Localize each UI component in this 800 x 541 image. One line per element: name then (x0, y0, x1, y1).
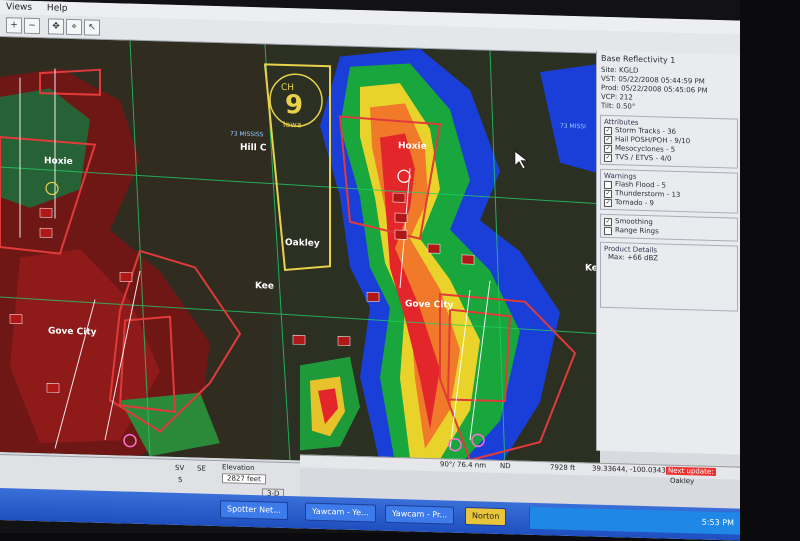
svg-text:73 MISSISS: 73 MISSISS (230, 130, 264, 138)
svg-text:Iowa: Iowa (283, 120, 302, 130)
monitor-edge (740, 0, 800, 533)
elevation-label: Elevation (222, 463, 255, 473)
menu-views[interactable]: Views (0, 0, 38, 15)
checkbox-icon[interactable]: ✓ (604, 144, 612, 153)
select-icon[interactable]: ↖ (84, 19, 100, 36)
app-screen: Views Help + − ✥ ⌖ ↖ CH 9 Iowa Hoxie Hox… (0, 0, 740, 541)
status-coords: 39.33644, -100.03434 (592, 464, 671, 475)
checkbox-icon[interactable]: ✓ (604, 126, 612, 135)
label-hill-city: Hill C (240, 143, 267, 154)
clock[interactable]: 5:53 PM (702, 518, 734, 528)
status-location: Oakley (670, 476, 695, 486)
system-tray: 5:53 PM (529, 506, 740, 535)
status-next-update: Next update: (666, 466, 716, 476)
checkbox-icon[interactable]: ✓ (604, 217, 612, 226)
radar-map-canvas: CH 9 Iowa Hoxie Hoxie Hill C Oakley Kee … (0, 37, 600, 469)
zoom-in-icon[interactable]: + (6, 17, 22, 34)
se-label: SE (197, 464, 206, 473)
label-hoxie-west: Hoxie (44, 156, 73, 167)
checkbox-icon[interactable]: ✓ (604, 153, 612, 162)
label-gove-center: Gove City (405, 299, 454, 310)
monitor-bezel: Views Help + − ✥ ⌖ ↖ CH 9 Iowa Hoxie Hox… (0, 0, 800, 541)
status-range: 90°/ 76.4 nm (440, 460, 487, 470)
details-group: Product Details Max: +66 dBZ (600, 241, 738, 312)
menu-help[interactable]: Help (41, 1, 74, 16)
options-group: ✓ Smoothing Range Rings (600, 213, 738, 242)
warnings-group: Warnings Flash Flood - 5 ✓ Thunderstorm -… (600, 168, 738, 214)
label-keen-west: Kee (255, 281, 274, 292)
taskbar-yawcam-1[interactable]: Yawcam - Ye... (305, 502, 376, 523)
status-alt: 7928 ft (550, 463, 576, 473)
label-gove-west: Gove City (48, 326, 97, 337)
taskbar-spotter-net[interactable]: Spotter Net... (220, 500, 288, 521)
checkbox-icon[interactable] (604, 226, 612, 235)
checkbox-icon[interactable]: ✓ (604, 189, 612, 198)
checkbox-icon[interactable]: ✓ (604, 198, 612, 207)
sv-label: SV (175, 463, 185, 473)
attributes-group: Attributes ✓ Storm Tracks - 36 ✓ Hail POSH… (600, 114, 738, 169)
taskbar-norton[interactable]: Norton (465, 506, 507, 527)
measure-icon[interactable]: ⌖ (66, 18, 82, 36)
side-panel: Base Reflectivity 1 Site: KGLD VST: 05/2… (596, 50, 740, 455)
pan-icon[interactable]: ✥ (48, 18, 64, 35)
elevation-value[interactable]: 2827 feet (222, 473, 266, 485)
checkbox-icon[interactable]: ✓ (604, 135, 612, 144)
checkbox-icon[interactable] (604, 180, 612, 189)
zoom-out-icon[interactable]: − (24, 17, 40, 35)
radar-map[interactable]: CH 9 Iowa Hoxie Hoxie Hill C Oakley Kee … (0, 37, 600, 469)
svg-text:73 MISSI: 73 MISSI (560, 123, 586, 131)
sv-value: 5 (178, 475, 183, 485)
status-code: ND (500, 461, 511, 471)
label-hoxie-east: Hoxie (398, 141, 427, 152)
taskbar-yawcam-2[interactable]: Yawcam - Pr... (385, 504, 455, 525)
svg-text:9: 9 (285, 90, 303, 120)
label-oakley: Oakley (285, 238, 320, 249)
